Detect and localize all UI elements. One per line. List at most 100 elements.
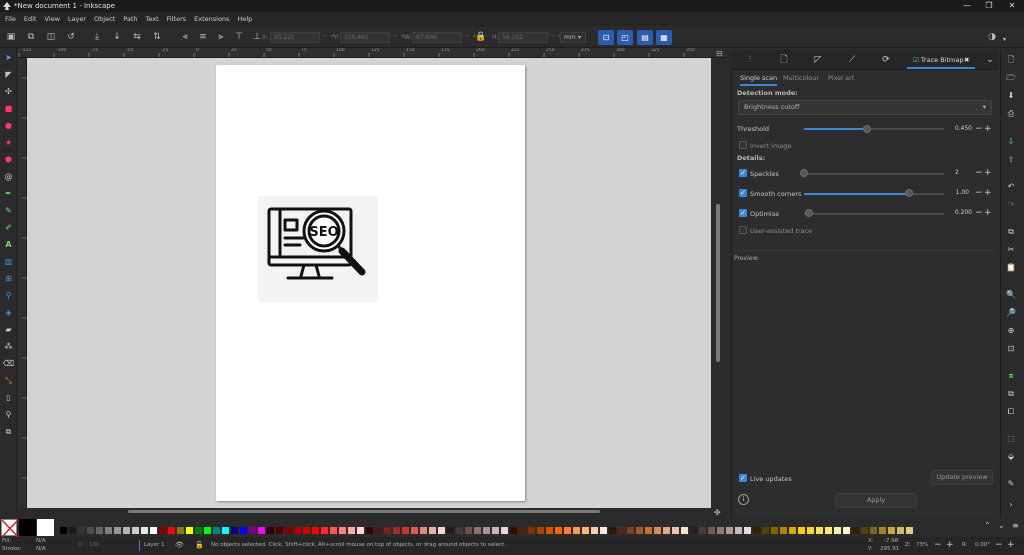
lock-icon[interactable]: 🔒 <box>474 30 488 44</box>
palette-swatch[interactable] <box>834 527 841 534</box>
palette-swatch[interactable] <box>879 527 886 534</box>
gradient-tool-icon[interactable]: ▥ <box>2 255 15 268</box>
w-field[interactable]: 87.666 <box>412 32 462 43</box>
palette-swatch[interactable] <box>816 527 823 534</box>
user-assisted-checkbox[interactable] <box>739 226 747 234</box>
palette-swatch[interactable] <box>105 527 112 534</box>
y-field[interactable]: 100.461 <box>340 32 390 43</box>
detection-mode-select[interactable]: Brightness cutoff ▾ <box>738 100 992 115</box>
optimise-slider-knob[interactable] <box>805 209 813 217</box>
cut-icon[interactable]: ✂ <box>1004 243 1018 257</box>
palette-swatch[interactable] <box>384 527 391 534</box>
palette-swatch[interactable] <box>726 527 733 534</box>
rotate-ccw-icon[interactable]: ↺ <box>64 30 78 44</box>
palette-swatch[interactable] <box>267 527 274 534</box>
menu-layer[interactable]: Layer <box>64 12 90 26</box>
tweak-tool-icon[interactable]: ✣ <box>2 85 15 98</box>
menu-path[interactable]: Path <box>119 12 141 26</box>
3d-box-tool-icon[interactable]: ⬢ <box>2 153 15 166</box>
menu-filters[interactable]: Filters <box>163 12 190 26</box>
palette-swatch[interactable] <box>888 527 895 534</box>
layer-lock-icon[interactable]: 🔓 <box>195 541 204 549</box>
palette-swatch[interactable] <box>411 527 418 534</box>
visibility-eye-icon[interactable]: 👁 <box>175 541 184 549</box>
close-window-button[interactable]: ✕ <box>1001 0 1023 12</box>
edit-icon[interactable]: ✎ <box>1004 477 1018 491</box>
h-field[interactable]: 56.262 <box>498 32 548 43</box>
threshold-minus-button[interactable]: − <box>975 124 983 134</box>
palette-swatch[interactable] <box>420 527 427 534</box>
pen-tool-icon[interactable]: ✒ <box>2 187 15 200</box>
palette-swatch[interactable] <box>465 527 472 534</box>
speckles-slider-knob[interactable] <box>800 169 808 177</box>
flip-vertical-icon[interactable]: ⇅ <box>150 30 164 44</box>
palette-swatch[interactable] <box>843 527 850 534</box>
palette-swatch[interactable] <box>528 527 535 534</box>
palette-swatch[interactable] <box>753 527 760 534</box>
live-updates-checkbox[interactable]: ✓ <box>739 474 747 482</box>
update-preview-button[interactable]: Update preview <box>931 470 993 485</box>
palette-swatch[interactable] <box>123 527 130 534</box>
palette-swatch[interactable] <box>132 527 139 534</box>
optimise-plus-button[interactable]: + <box>984 208 992 218</box>
connector-tool-icon[interactable]: ⤡ <box>2 374 15 387</box>
unit-select[interactable]: mm <box>560 32 586 43</box>
palette-swatch[interactable] <box>582 527 589 534</box>
palette-swatch[interactable] <box>150 527 157 534</box>
palette-swatch[interactable] <box>663 527 670 534</box>
palette-swatch[interactable] <box>276 527 283 534</box>
calligraphy-tool-icon[interactable]: ✐ <box>2 221 15 234</box>
palette-swatch[interactable] <box>519 527 526 534</box>
palette-swatch[interactable] <box>636 527 643 534</box>
palette-swatch[interactable] <box>744 527 751 534</box>
palette-swatch[interactable] <box>897 527 904 534</box>
palette-swatch[interactable] <box>429 527 436 534</box>
palette-swatch[interactable] <box>789 527 796 534</box>
palette-swatch[interactable] <box>60 527 67 534</box>
palette-swatch[interactable] <box>303 527 310 534</box>
menu-edit[interactable]: Edit <box>20 12 41 26</box>
xml-editor-tab-icon[interactable]: ⟋ <box>845 53 859 67</box>
eraser-alt-tool-icon[interactable]: ⌫ <box>2 357 15 370</box>
palette-swatch[interactable] <box>456 527 463 534</box>
flip-horizontal-icon[interactable]: ⇆ <box>130 30 144 44</box>
speckles-plus-button[interactable]: + <box>984 168 992 178</box>
palette-swatch[interactable] <box>564 527 571 534</box>
palette-swatch[interactable] <box>474 527 481 534</box>
zoom-page-icon[interactable]: ⊕ <box>1004 324 1018 338</box>
palette-swatch[interactable] <box>141 527 148 534</box>
palette-swatch[interactable] <box>870 527 877 534</box>
palette-swatch[interactable] <box>339 527 346 534</box>
lower-to-bottom-icon[interactable]: ⤓ <box>90 30 104 44</box>
w-minus-button[interactable]: − <box>464 32 470 40</box>
palette-swatch[interactable] <box>114 527 121 534</box>
palette-swatch[interactable] <box>213 527 220 534</box>
horizontal-scroll-thumb[interactable] <box>128 510 600 513</box>
palette-swatch[interactable] <box>69 527 76 534</box>
deselect-icon[interactable]: ◫ <box>44 30 58 44</box>
palette-swatch[interactable] <box>312 527 319 534</box>
duplicate-icon[interactable]: ⧈ <box>1004 369 1018 383</box>
white-swatch[interactable] <box>37 519 54 536</box>
palette-swatch[interactable] <box>798 527 805 534</box>
palette-swatch[interactable] <box>186 527 193 534</box>
selector-tool-icon[interactable]: ➤ <box>2 51 15 64</box>
paint-bucket-tool-icon[interactable]: ◈ <box>2 306 15 319</box>
menu-object[interactable]: Object <box>90 12 119 26</box>
select-all-icon[interactable]: ▣ <box>4 30 18 44</box>
palette-swatch[interactable] <box>78 527 85 534</box>
align-left-icon[interactable]: ⫷ <box>178 30 192 44</box>
palette-swatch[interactable] <box>645 527 652 534</box>
zoom-minus-button[interactable]: − <box>934 540 942 550</box>
transform-tab-icon[interactable]: ⟳ <box>879 53 893 67</box>
zoom-selection-icon[interactable]: 🔍 <box>1004 288 1018 302</box>
speckles-slider[interactable] <box>804 173 944 175</box>
threshold-value[interactable]: 0.450 <box>948 124 972 134</box>
palette-swatch[interactable] <box>204 527 211 534</box>
h-minus-button[interactable]: − <box>550 32 556 40</box>
palette-swatch[interactable] <box>96 527 103 534</box>
copy-icon[interactable]: ⧉ <box>1004 225 1018 239</box>
palette-swatch[interactable] <box>609 527 616 534</box>
palette-swatch[interactable] <box>483 527 490 534</box>
palette-swatch[interactable] <box>402 527 409 534</box>
